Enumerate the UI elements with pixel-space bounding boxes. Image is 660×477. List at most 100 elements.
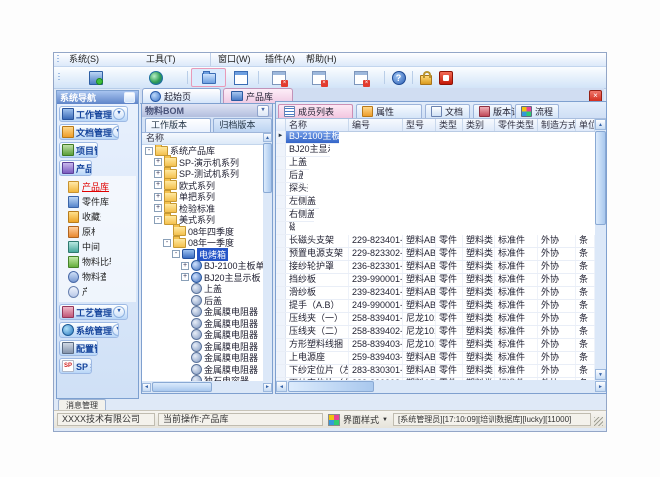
sidebar-group[interactable]: 工作管理: [59, 106, 128, 122]
table-row[interactable]: 滑纱板 239-823401-00X 塑料ABS 零件 塑料类 标准件 外协 条: [276, 287, 595, 300]
menu-item[interactable]: 窗口(W): [210, 53, 258, 66]
sidebar-item[interactable]: 零件库: [59, 194, 122, 209]
toolbar-button[interactable]: [191, 68, 226, 87]
detail-tab[interactable]: 文档: [425, 104, 470, 118]
table-row[interactable]: 下纱定位片（左） 283-830301-00X 塑料ABS 零件 塑料类 标准件…: [276, 365, 595, 378]
tree-toggle[interactable]: [172, 250, 180, 258]
sidebar-item[interactable]: 原材料库: [59, 224, 95, 239]
table-row[interactable]: 压线夹（一） 258-839401-00X 尼龙1010 零件 塑料类 标准件 …: [276, 313, 595, 326]
scroll-right-icon[interactable]: ►: [595, 381, 606, 392]
tree-toggle[interactable]: [154, 158, 162, 166]
toolbar-button[interactable]: [436, 68, 456, 87]
table-row[interactable]: BJ-2100主板单点 730-721000-12X 部件 电源板 专用件 外协…: [276, 131, 339, 144]
column-header[interactable]: 类型: [436, 119, 463, 131]
table-row[interactable]: 接纱轮护罩 236-823301-00X 塑料ABS 零件 塑料类 标准件 外协…: [276, 261, 595, 274]
detail-tab[interactable]: 版本记录: [473, 104, 512, 118]
menu-item[interactable]: 系统(S): [62, 53, 139, 66]
toolbar-button[interactable]: [416, 68, 436, 87]
sidebar-group[interactable]: 配置管理: [59, 340, 98, 356]
table-row[interactable]: 右侧盖 209-990002-01X 塑料ABS 零件 塑料类 标准件 外协 条: [276, 209, 314, 222]
chevron-button[interactable]: [112, 126, 119, 138]
toolbar-button[interactable]: [128, 68, 184, 87]
scroll-up-icon[interactable]: ▲: [263, 133, 272, 142]
sidebar-group[interactable]: SPSP 扩展功能: [59, 358, 92, 374]
toolbar-button[interactable]: [226, 68, 255, 87]
sidebar-item[interactable]: 收藏夹: [59, 209, 101, 224]
sidebar-item[interactable]: 产品库: [59, 179, 131, 194]
table-row[interactable]: 预置电源支架 229-823302-00X 塑料ABS 零件 塑料类 标准件 外…: [276, 248, 595, 261]
toolbar-drag-handle[interactable]: [58, 73, 60, 82]
tree-column-header[interactable]: 名称: [142, 133, 263, 145]
table-row[interactable]: BJ20主显示板 730-828000-04X 部件 电源板 专用件 外协 颗: [276, 144, 330, 157]
resize-grip[interactable]: [594, 417, 603, 426]
table-row[interactable]: 长磁头支架 229-823401-00X 塑料ABS 零件 塑料类 标准件 外协…: [276, 235, 595, 248]
tree-toggle[interactable]: [181, 273, 189, 281]
tree-item[interactable]: 上盖: [143, 283, 263, 295]
column-header[interactable]: 编号: [349, 119, 403, 131]
menu-item[interactable]: 帮助(H): [299, 53, 345, 66]
tree-toggle[interactable]: [154, 181, 162, 189]
table-row[interactable]: 上盖 201-830302-00X 塑料ABS 零件 塑料类 标准件 外协 条: [276, 157, 309, 170]
table-vertical-scrollbar[interactable]: ▲ ▼: [595, 119, 606, 380]
sidebar-group[interactable]: 产品管理: [59, 160, 92, 176]
sidebar-item[interactable]: 物料比较: [59, 254, 111, 269]
scroll-left-icon[interactable]: ◄: [276, 381, 287, 392]
detail-tab[interactable]: 流程: [515, 104, 559, 118]
tree-item[interactable]: 欧式系列: [143, 180, 181, 192]
sidebar-header-button[interactable]: [124, 92, 135, 103]
tree-toggle[interactable]: [163, 239, 171, 247]
column-header[interactable]: 类别: [463, 119, 495, 131]
table-row[interactable]: 左侧盖 209-990001-01X 塑料ABS 零件 塑料类 标准件 外协 条: [276, 196, 319, 209]
menu-item[interactable]: 插件(A): [258, 53, 299, 66]
tree-horizontal-scrollbar[interactable]: ◄ ►: [142, 381, 272, 393]
column-header[interactable]: 零件类型: [495, 119, 538, 131]
bom-panel-pin-button[interactable]: ▾: [257, 105, 269, 117]
column-header[interactable]: 型号: [403, 119, 436, 131]
table-row[interactable]: 上电源座 259-839403-00X 塑料ABS 零件 塑料类 标准件 外协 …: [276, 352, 595, 365]
sidebar-item[interactable]: 中间件库: [59, 239, 100, 254]
scroll-up-icon[interactable]: ▲: [595, 119, 606, 130]
ui-style-button[interactable]: 界面样式 ▼: [326, 413, 390, 426]
toolbar-button[interactable]: [388, 68, 409, 87]
table-row[interactable]: 后盖 202-990002-01X 塑料ABS 零件 塑料类 标准件 外协 条: [276, 170, 303, 183]
sidebar-item[interactable]: 产品文档查找: [59, 284, 87, 299]
scroll-left-icon[interactable]: ◄: [142, 383, 151, 392]
menubar-drag-handle[interactable]: [57, 55, 59, 64]
chevron-button[interactable]: [113, 306, 125, 318]
menu-item[interactable]: 工具(T): [139, 53, 207, 66]
document-tab[interactable]: 起始页: [142, 88, 221, 103]
sidebar-group[interactable]: 系统管理: [59, 322, 119, 338]
table-vscroll-thumb[interactable]: [595, 131, 606, 225]
toolbar-button[interactable]: [63, 68, 128, 87]
toolbar-button[interactable]: [262, 68, 296, 87]
sidebar-group[interactable]: 文档管理: [59, 124, 119, 140]
detail-tab[interactable]: 成员列表: [278, 104, 353, 118]
tree-toggle[interactable]: [154, 204, 162, 212]
table-row[interactable]: 磁钢盖 214-839404-01X 塑料ABS 零件 塑料类 标准件 外协 条: [276, 222, 295, 235]
table-row[interactable]: 压线夹（二） 258-839402-00X 尼龙1010 零件 塑料类 标准件 …: [276, 326, 595, 339]
sidebar-item[interactable]: 物料查找: [59, 269, 106, 284]
table-row[interactable]: 挡纱板 239-990001-01X 塑料ABS 零件 塑料类 标准件 外协 条: [276, 274, 595, 287]
column-header[interactable]: 单位: [576, 119, 595, 131]
tree-toggle[interactable]: [145, 147, 153, 155]
table-row[interactable]: 提手（A.B） 249-990001-01X 塑料ABS 零件 塑料类 标准件 …: [276, 300, 595, 313]
detail-tab[interactable]: 属性: [356, 104, 422, 118]
table-row[interactable]: 方形塑料线捆 258-839403-00X 尼龙1010 零件 塑料类 标准件 …: [276, 339, 595, 352]
tree-item[interactable]: BJ20主显示板: [143, 272, 263, 284]
toolbar-button[interactable]: [296, 68, 341, 87]
column-header[interactable]: 名称: [286, 119, 349, 131]
table-hscroll-thumb[interactable]: [288, 381, 374, 392]
tree-toggle[interactable]: [154, 193, 162, 201]
toolbar-button[interactable]: [341, 68, 381, 87]
chevron-button[interactable]: [113, 108, 125, 120]
tree-toggle[interactable]: [154, 170, 162, 178]
column-header[interactable]: 制造方式: [538, 119, 576, 131]
scroll-right-icon[interactable]: ►: [263, 383, 272, 392]
scroll-down-icon[interactable]: ▼: [595, 369, 606, 380]
sidebar-group[interactable]: 项目管理: [59, 142, 98, 158]
tree-vscroll-thumb[interactable]: [263, 143, 272, 193]
table-horizontal-scrollbar[interactable]: ◄ ►: [276, 380, 606, 393]
tree-toggle[interactable]: [181, 262, 189, 270]
tree-toggle[interactable]: [154, 216, 162, 224]
tree-vertical-scrollbar[interactable]: ▲: [263, 133, 272, 381]
